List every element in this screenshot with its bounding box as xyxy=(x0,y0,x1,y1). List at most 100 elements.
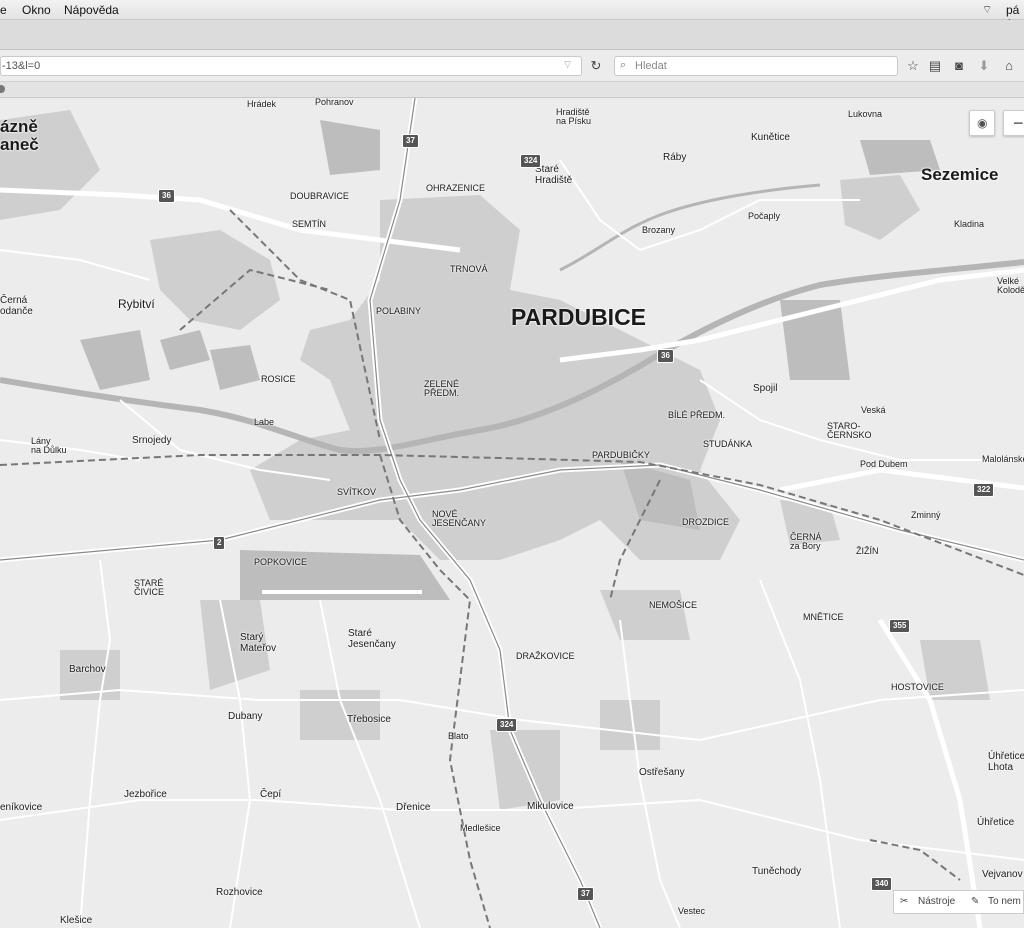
place-label[interactable]: DRAŽKOVICE xyxy=(516,651,575,661)
place-label[interactable]: Mikulovice xyxy=(527,801,574,813)
place-label[interactable]: Černá odanče xyxy=(0,295,33,317)
place-label[interactable]: Staré Hradiště xyxy=(535,164,572,186)
road-number-shield: 2 xyxy=(213,536,226,550)
place-label[interactable]: Srnojedy xyxy=(132,435,171,447)
place-label[interactable]: NEMOŠICE xyxy=(649,600,697,610)
reload-icon[interactable]: ↻ xyxy=(587,57,605,75)
place-label[interactable]: Hradiště na Písku xyxy=(556,107,591,127)
address-bar[interactable]: -13&l=0 ▽ xyxy=(0,56,582,76)
place-label[interactable]: MNĚTICE xyxy=(803,612,844,622)
place-label[interactable]: DROZDICE xyxy=(682,517,729,527)
place-label[interactable]: SEMTÍN xyxy=(292,219,326,229)
place-label[interactable]: Dřenice xyxy=(396,802,430,814)
place-label[interactable]: Ráby xyxy=(663,152,686,164)
place-label[interactable]: Počaply xyxy=(748,211,780,221)
place-label[interactable]: Labe xyxy=(254,417,274,427)
place-label[interactable]: Ostřešany xyxy=(639,767,685,779)
menu-item-help[interactable]: Nápověda xyxy=(64,3,119,17)
place-label[interactable]: Blato xyxy=(448,731,469,741)
road-number-shield: 36 xyxy=(657,349,674,363)
place-label[interactable]: Kunětice xyxy=(751,132,790,144)
browser-toolbar: -13&l=0 ▽ ↻ ⌕ Hledat ☆ ▤ ◙ ⬇ ⌂ xyxy=(0,50,1024,82)
place-label[interactable]: Sezemice xyxy=(921,166,999,184)
place-label[interactable]: POLABINY xyxy=(376,306,421,316)
place-label[interactable]: Hrádek xyxy=(247,99,276,109)
place-label[interactable]: STARO- ČERNSKO xyxy=(827,421,872,441)
place-label[interactable]: Jezbořice xyxy=(124,789,167,801)
menu-item-edit[interactable]: e xyxy=(0,3,7,17)
place-label[interactable]: eníkovice xyxy=(0,802,42,814)
url-text: -13&l=0 xyxy=(2,60,41,72)
place-label[interactable]: Vestec xyxy=(678,906,705,916)
place-label[interactable]: Pod Dubem xyxy=(860,459,908,469)
place-label[interactable]: Pohranov xyxy=(315,98,354,107)
place-label[interactable]: Medlešice xyxy=(460,823,501,833)
place-label[interactable]: OHRAZENICE xyxy=(426,183,485,193)
place-label[interactable]: Klešice xyxy=(60,915,92,927)
road-number-shield: 37 xyxy=(402,134,419,148)
place-label[interactable]: Zminný xyxy=(911,510,941,520)
place-label[interactable]: POPKOVICE xyxy=(254,557,307,567)
place-label[interactable]: Úhřetice xyxy=(977,817,1014,829)
road-number-shield: 37 xyxy=(577,887,594,901)
place-label[interactable]: Spojil xyxy=(753,383,777,395)
search-input[interactable]: ⌕ Hledat xyxy=(614,56,898,76)
place-label[interactable]: STUDÁNKA xyxy=(703,439,752,449)
bookmark-star-icon[interactable]: ☆ xyxy=(904,57,922,75)
place-label[interactable]: Třebosice xyxy=(347,714,391,726)
reading-list-icon[interactable]: ▤ xyxy=(926,57,944,75)
place-label[interactable]: STARÉ ČIVICE xyxy=(134,578,164,598)
place-label[interactable]: VelkéKoloděje xyxy=(997,276,1024,296)
place-label[interactable]: Lány na Důlku xyxy=(31,436,67,456)
tools-icon: ✂ xyxy=(900,896,909,907)
home-icon[interactable]: ⌂ xyxy=(1000,57,1018,75)
menu-item-window[interactable]: Okno xyxy=(22,3,51,17)
bookmarks-bar xyxy=(0,82,1024,98)
place-label[interactable]: Úhřetice Lhota xyxy=(988,751,1024,773)
place-label[interactable]: BÍLÉ PŘEDM. xyxy=(668,410,725,420)
scroll-indicator-icon xyxy=(0,85,5,93)
pocket-icon[interactable]: ◙ xyxy=(950,57,968,75)
place-label[interactable]: Čepí xyxy=(260,789,281,801)
map-toolbar: ✂ Nástroje ✎ To nem xyxy=(893,890,1024,914)
place-label[interactable]: HOSTOVICE xyxy=(891,682,944,692)
search-icon: ⌕ xyxy=(620,59,627,71)
place-label[interactable]: Lukovna xyxy=(848,109,882,119)
map-canvas[interactable]: Hrádek Pohranov Hradiště na Písku Lukovna Kun… xyxy=(0,98,1024,928)
place-label[interactable]: ROSICE xyxy=(261,374,296,384)
locate-button[interactable]: ◉ xyxy=(969,110,995,136)
place-label[interactable]: PARDUBIČKY xyxy=(592,450,650,460)
tools-button[interactable]: Nástroje xyxy=(918,896,955,907)
place-label[interactable]: Dubany xyxy=(228,711,262,723)
place-label[interactable]: ZELENÉ PŘEDM. xyxy=(424,379,459,399)
place-label[interactable]: DOUBRAVICE xyxy=(290,191,349,201)
place-label[interactable]: Brozany xyxy=(642,225,675,235)
place-label[interactable]: Barchov xyxy=(69,664,106,676)
place-label[interactable]: ČERNÁ za Bory xyxy=(790,532,822,552)
place-label[interactable]: Tuněchody xyxy=(752,866,801,878)
tab-strip xyxy=(0,20,1024,50)
place-label[interactable]: Kladina xyxy=(954,219,984,229)
place-label[interactable]: Rybitví xyxy=(118,298,155,311)
place-label[interactable]: Starý Mateřov xyxy=(240,632,276,654)
place-label[interactable]: SVÍTKOV xyxy=(337,487,376,497)
place-label[interactable]: Malolánské xyxy=(982,454,1024,464)
place-label[interactable]: Vejvanov xyxy=(982,869,1023,881)
place-label[interactable]: ŽIŽÍN xyxy=(856,546,879,556)
road-number-shield: 324 xyxy=(496,718,518,732)
place-label[interactable]: Staré Jesenčany xyxy=(348,628,396,650)
place-label[interactable]: TRNOVÁ xyxy=(450,264,488,274)
place-label[interactable]: NOVÉ JESENČANY xyxy=(432,509,486,529)
zoom-out-button[interactable]: − xyxy=(1003,110,1024,136)
dropdown-icon[interactable]: ▽ xyxy=(564,59,571,70)
place-label[interactable]: ázně aneč xyxy=(0,118,39,154)
place-label[interactable]: Veská xyxy=(861,405,886,415)
report-button[interactable]: To nem xyxy=(988,896,1021,907)
road-number-shield: 355 xyxy=(889,619,911,633)
place-label[interactable]: Rozhovice xyxy=(216,887,263,899)
download-icon[interactable]: ⬇ xyxy=(975,57,993,75)
wifi-icon[interactable]: ⌔ xyxy=(982,3,992,17)
road-number-shield: 340 xyxy=(871,877,893,891)
place-label[interactable]: PARDUBICE xyxy=(511,305,646,329)
search-placeholder: Hledat xyxy=(635,60,667,72)
